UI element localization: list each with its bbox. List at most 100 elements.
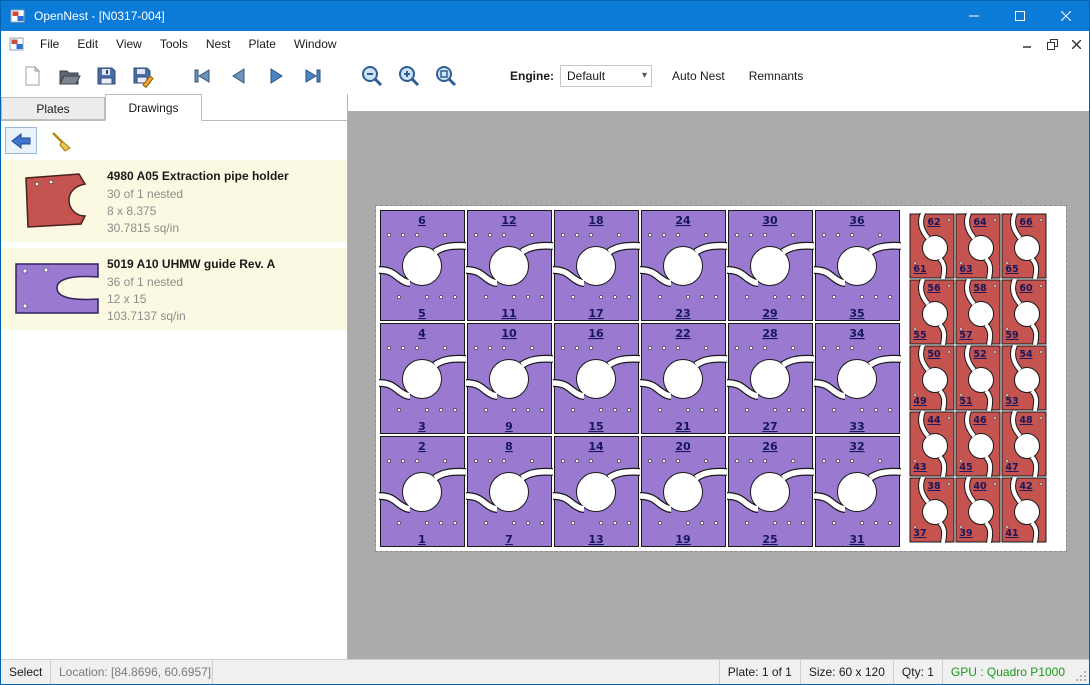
nested-holder-pair[interactable]: 52 51 [955,345,1001,411]
nested-guide-pair[interactable]: 4 3 [379,322,466,435]
nest-canvas[interactable]: 6 5 12 11 [348,94,1089,659]
nav-first-button[interactable] [187,61,217,91]
menu-file[interactable]: File [31,31,68,57]
svg-text:3: 3 [418,420,426,433]
svg-text:30: 30 [762,214,778,227]
svg-text:51: 51 [959,396,972,407]
nested-guide-pair[interactable]: 32 31 [814,435,901,548]
svg-text:21: 21 [675,420,690,433]
svg-text:19: 19 [675,533,690,546]
nested-holder-pair[interactable]: 44 43 [909,411,955,477]
nested-holder-pair[interactable]: 42 41 [1001,477,1047,543]
minimize-button[interactable] [951,1,997,31]
nested-holder-pair[interactable]: 48 47 [1001,411,1047,477]
drawing-item[interactable]: 5019 A10 UHMW guide Rev. A 36 of 1 neste… [1,248,347,330]
save-icon [94,64,118,88]
send-to-plate-button[interactable] [5,127,37,154]
svg-text:13: 13 [588,533,603,546]
nested-holder-pair[interactable]: 38 37 [909,477,955,543]
drawing-nested-count: 30 of 1 nested [107,186,341,203]
svg-text:42: 42 [1019,481,1032,492]
nav-next-button[interactable] [261,61,291,91]
svg-text:49: 49 [913,396,926,407]
nested-guide-pair[interactable]: 16 15 [553,322,640,435]
nested-guide-pair[interactable]: 10 9 [466,322,553,435]
mdi-close-button[interactable] [1065,34,1087,54]
nested-guide-pair[interactable]: 24 23 [640,209,727,322]
nested-guide-pair[interactable]: 8 7 [466,435,553,548]
left-panel: Plates Drawings [1,94,348,659]
nested-guide-pair[interactable]: 22 21 [640,322,727,435]
plate[interactable]: 6 5 12 11 [376,206,1066,551]
tabstrip: Plates Drawings [1,94,347,121]
nested-holder-pair[interactable]: 56 55 [909,279,955,345]
svg-text:64: 64 [973,217,987,228]
nested-guide-pair[interactable]: 6 5 [379,209,466,322]
svg-text:40: 40 [973,481,987,492]
nested-holder-pair[interactable]: 64 63 [955,213,1001,279]
zoom-fit-button[interactable] [431,61,461,91]
nested-holder-pair[interactable]: 62 61 [909,213,955,279]
svg-text:53: 53 [1005,396,1018,407]
svg-text:37: 37 [913,528,926,539]
svg-text:66: 66 [1019,217,1033,228]
nav-last-button[interactable] [298,61,328,91]
new-button[interactable] [17,61,47,91]
status-gpu: GPU : Quadro P1000 [942,660,1073,684]
save-as-button[interactable] [128,61,158,91]
menu-window[interactable]: Window [285,31,346,57]
nested-guide-pair[interactable]: 30 29 [727,209,814,322]
nested-guide-pair[interactable]: 20 19 [640,435,727,548]
nested-holder-pair[interactable]: 50 49 [909,345,955,411]
tab-drawings[interactable]: Drawings [105,94,202,121]
nested-holder-pair[interactable]: 58 57 [955,279,1001,345]
titlebar: OpenNest - [N0317-004] [1,1,1089,31]
zoom-out-button[interactable] [357,61,387,91]
drawing-item[interactable]: 4980 A05 Extraction pipe holder 30 of 1 … [1,160,347,242]
save-button[interactable] [91,61,121,91]
nav-first-icon [190,64,214,88]
clear-button[interactable] [45,127,77,154]
drawing-title: 5019 A10 UHMW guide Rev. A [107,257,341,271]
nested-holder-pair[interactable]: 54 53 [1001,345,1047,411]
remnants-button[interactable]: Remnants [745,65,808,87]
nested-guide-pair[interactable]: 18 17 [553,209,640,322]
nested-guide-pair[interactable]: 14 13 [553,435,640,548]
menu-edit[interactable]: Edit [68,31,107,57]
nested-holder-pair[interactable]: 40 39 [955,477,1001,543]
nested-holder-pair[interactable]: 46 45 [955,411,1001,477]
open-button[interactable] [54,61,84,91]
mdi-restore-button[interactable] [1041,34,1063,54]
svg-text:58: 58 [973,283,987,294]
app-window: OpenNest - [N0317-004] File Edit View To… [0,0,1090,685]
zoom-in-button[interactable] [394,61,424,91]
nested-guide-pair[interactable]: 34 33 [814,322,901,435]
menu-view[interactable]: View [107,31,151,57]
svg-text:47: 47 [1005,462,1018,473]
nested-guide-pair[interactable]: 36 35 [814,209,901,322]
menu-tools[interactable]: Tools [151,31,197,57]
menu-nest[interactable]: Nest [197,31,240,57]
nav-prev-button[interactable] [224,61,254,91]
drawing-size: 12 x 15 [107,291,341,308]
svg-text:18: 18 [588,214,603,227]
svg-text:65: 65 [1005,264,1018,275]
nested-guide-pair[interactable]: 2 1 [379,435,466,548]
resize-grip[interactable] [1073,660,1089,684]
nested-guide-pair[interactable]: 26 25 [727,435,814,548]
svg-text:16: 16 [588,327,604,340]
tab-plates[interactable]: Plates [1,97,105,120]
svg-text:5: 5 [418,307,426,320]
mdi-minimize-button[interactable] [1017,34,1039,54]
maximize-button[interactable] [997,1,1043,31]
auto-nest-button[interactable]: Auto Nest [668,65,729,87]
nested-guide-pair[interactable]: 12 11 [466,209,553,322]
menu-plate[interactable]: Plate [240,31,285,57]
drawing-area: 30.7815 sq/in [107,220,341,237]
svg-text:4: 4 [418,327,426,340]
close-button[interactable] [1043,1,1089,31]
engine-select[interactable]: Default ▾ [560,65,652,87]
nested-holder-pair[interactable]: 66 65 [1001,213,1047,279]
nested-guide-pair[interactable]: 28 27 [727,322,814,435]
nested-holder-pair[interactable]: 60 59 [1001,279,1047,345]
